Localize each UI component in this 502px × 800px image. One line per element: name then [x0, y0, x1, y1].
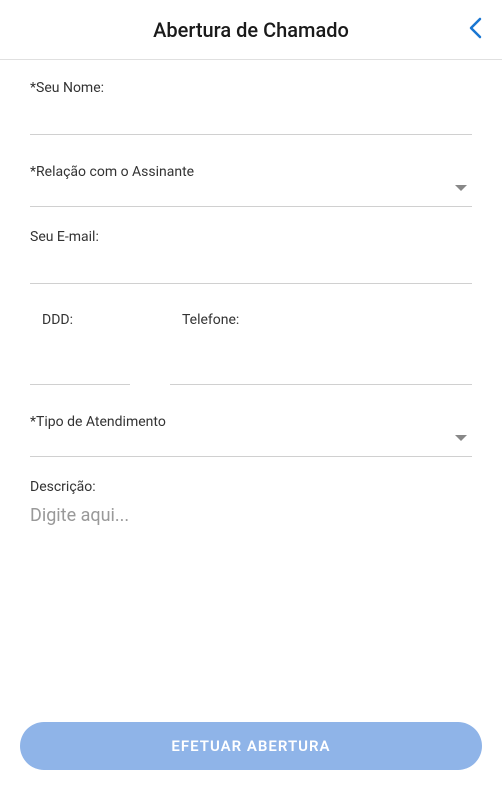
- name-input-wrapper[interactable]: *Seu Nome:: [30, 80, 472, 135]
- submit-button[interactable]: EFETUAR ABERTURA: [20, 722, 482, 770]
- name-label: *Seu Nome:: [30, 80, 472, 96]
- description-textarea[interactable]: [30, 505, 472, 568]
- service-type-select[interactable]: *Tipo de Atendimento: [30, 407, 472, 457]
- description-label: Descrição:: [30, 479, 472, 495]
- header: Abertura de Chamado: [0, 0, 502, 60]
- name-field-group: *Seu Nome:: [30, 80, 472, 135]
- chevron-down-icon: [454, 179, 468, 198]
- ddd-field-group: DDD:: [30, 312, 130, 385]
- email-input-wrapper[interactable]: Seu E-mail:: [30, 229, 472, 284]
- phone-row: DDD: Telefone:: [30, 312, 472, 385]
- phone-label: Telefone:: [170, 312, 472, 328]
- relation-field-group: *Relação com o Assinante: [30, 157, 472, 207]
- service-type-field-group: *Tipo de Atendimento: [30, 407, 472, 457]
- ddd-input[interactable]: [30, 354, 130, 385]
- phone-field-group: Telefone:: [170, 312, 472, 385]
- email-field-group: Seu E-mail:: [30, 229, 472, 284]
- form-content: *Seu Nome: *Relação com o Assinante Seu …: [0, 60, 502, 592]
- email-label: Seu E-mail:: [30, 229, 472, 245]
- chevron-down-icon: [454, 429, 468, 448]
- ddd-label: DDD:: [30, 312, 130, 328]
- relation-select[interactable]: *Relação com o Assinante: [30, 157, 472, 207]
- page-title: Abertura de Chamado: [153, 18, 349, 42]
- relation-label: *Relação com o Assinante: [30, 164, 194, 180]
- description-field-group: Descrição:: [30, 479, 472, 572]
- phone-input[interactable]: [170, 354, 472, 385]
- service-type-label: *Tipo de Atendimento: [30, 414, 166, 430]
- back-icon[interactable]: [468, 17, 482, 43]
